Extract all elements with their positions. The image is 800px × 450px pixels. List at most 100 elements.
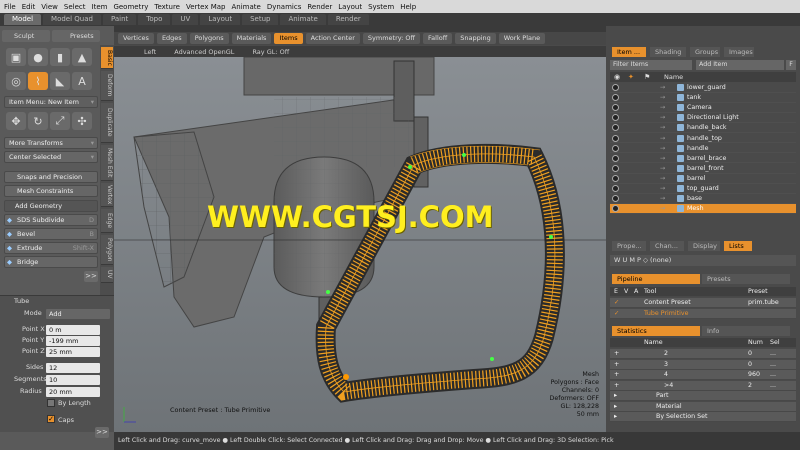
eye-icon[interactable] xyxy=(612,114,619,122)
tool-sds-subdivide-button[interactable]: ◆ SDS Subdivide D xyxy=(4,214,98,226)
viewport-header-1[interactable]: Advanced OpenGL xyxy=(174,48,234,56)
eye-icon[interactable] xyxy=(612,94,619,102)
point-field-1[interactable]: -199 mm xyxy=(46,336,100,346)
tube-tool-icon[interactable]: ⌇ xyxy=(28,72,48,90)
toolbar-materials-button[interactable]: Materials xyxy=(231,33,272,44)
stats-row[interactable]: +4 960... xyxy=(610,370,796,380)
viewport-header-0[interactable]: Left xyxy=(144,48,156,56)
menu-item-dynamics[interactable]: Dynamics xyxy=(267,3,302,11)
sphere-tool-icon[interactable]: ● xyxy=(28,48,48,66)
tab-render[interactable]: Render xyxy=(327,14,369,25)
stats-row[interactable]: ▸ By Selection Set xyxy=(610,412,796,422)
eye-icon[interactable] xyxy=(612,205,619,213)
tab-animate[interactable]: Animate xyxy=(280,14,326,25)
sculpt-button[interactable]: Sculpt xyxy=(2,30,50,42)
point-field-2[interactable]: 25 mm xyxy=(46,347,100,357)
tab-topo[interactable]: Topo xyxy=(138,14,171,25)
check-icon[interactable]: ✓ xyxy=(614,298,619,308)
pipeline-row[interactable]: ✓ Content Preset prim.tube xyxy=(610,298,796,308)
menu-item-select[interactable]: Select xyxy=(64,3,86,11)
by-length-checkbox[interactable] xyxy=(47,399,55,407)
eye-icon[interactable] xyxy=(612,144,619,152)
expand-icon[interactable]: + xyxy=(614,381,619,391)
eye-icon[interactable] xyxy=(612,134,619,142)
side-tab-duplicate[interactable]: Duplicate xyxy=(101,103,113,143)
tab-paint[interactable]: Paint xyxy=(102,14,137,25)
tool-bevel-button[interactable]: ◆ Bevel B xyxy=(4,228,98,240)
menu-item-geometry[interactable]: Geometry xyxy=(113,3,148,11)
side-tab-mesh-edit[interactable]: Mesh Edit xyxy=(101,145,113,181)
menu-item-edit[interactable]: Edit xyxy=(22,3,36,11)
radius-field[interactable]: 20 mm xyxy=(46,387,100,397)
expand-icon[interactable]: ▸ xyxy=(614,412,617,422)
tab-setup[interactable]: Setup xyxy=(242,14,279,25)
side-tab-basic[interactable]: Basic xyxy=(101,47,113,69)
cube-tool-icon[interactable]: ▣ xyxy=(6,48,26,66)
caps-checkbox[interactable]: ✓ xyxy=(47,415,55,423)
eye-icon[interactable] xyxy=(612,174,619,182)
toolbar-work-plane-button[interactable]: Work Plane xyxy=(498,33,546,44)
snaps-precision-button[interactable]: Snaps and Precision xyxy=(4,171,98,183)
segments-field[interactable]: 10 xyxy=(46,375,100,385)
stats-tab-1[interactable]: Info xyxy=(702,326,790,336)
mid-tab-3[interactable]: Lists xyxy=(724,241,752,251)
item-row-handle[interactable]: → handle xyxy=(610,144,796,154)
pipeline-tab-1[interactable]: Presets xyxy=(702,274,790,284)
more-transforms-dropdown[interactable]: More Transforms ▾ xyxy=(4,137,98,149)
menu-item-system[interactable]: System xyxy=(368,3,394,11)
more-tools-button[interactable]: >> xyxy=(84,271,98,282)
expand-icon[interactable]: + xyxy=(614,349,619,359)
toolbar-items-button[interactable]: Items xyxy=(274,33,303,44)
expand-icon[interactable]: + xyxy=(614,360,619,370)
menu-item-texture[interactable]: Texture xyxy=(154,3,180,11)
side-tab-vertex[interactable]: Vertex xyxy=(101,183,113,207)
side-tab-deform[interactable]: Deform xyxy=(101,71,113,101)
mode-dropdown[interactable]: Add xyxy=(46,309,110,319)
menu-item-help[interactable]: Help xyxy=(400,3,416,11)
menu-item-vertex-map[interactable]: Vertex Map xyxy=(186,3,226,11)
right-tab-0[interactable]: Item ... xyxy=(612,47,646,57)
eye-icon[interactable] xyxy=(612,84,619,91)
mid-tab-0[interactable]: Prope... xyxy=(612,241,646,251)
cylinder-tool-icon[interactable]: ▮ xyxy=(50,48,70,66)
tab-model-quad[interactable]: Model Quad xyxy=(43,14,101,25)
item-row-directional light[interactable]: → Directional Light xyxy=(610,113,796,124)
tab-uv[interactable]: UV xyxy=(172,14,199,25)
torus-tool-icon[interactable]: ◎ xyxy=(6,72,26,90)
eye-icon[interactable] xyxy=(612,124,619,132)
stats-row[interactable]: ▸ Part xyxy=(610,391,796,401)
item-row-handle_back[interactable]: → handle_back xyxy=(610,123,796,134)
presets-button[interactable]: Presets xyxy=(52,30,100,42)
side-tab-uv[interactable]: UV xyxy=(101,267,113,283)
item-row-tank[interactable]: → tank xyxy=(610,93,796,103)
item-row-barrel[interactable]: → barrel xyxy=(610,174,796,184)
stats-row[interactable]: +3 0... xyxy=(610,359,796,370)
tool-bridge-button[interactable]: ◆ Bridge xyxy=(4,256,98,268)
eye-icon[interactable] xyxy=(612,154,619,162)
mid-tab-2[interactable]: Display xyxy=(688,241,720,251)
toolbar-snapping-button[interactable]: Snapping xyxy=(455,33,496,44)
stats-row[interactable]: ▸ Material xyxy=(610,401,796,412)
expand-icon[interactable]: ▸ xyxy=(614,391,617,401)
stats-row[interactable]: + >4 2... xyxy=(610,380,796,391)
filter-items-input[interactable]: Filter Items xyxy=(610,60,692,70)
right-tab-2[interactable]: Groups xyxy=(690,47,720,57)
eye-icon[interactable] xyxy=(612,164,619,172)
toolbar-vertices-button[interactable]: Vertices xyxy=(118,33,154,44)
side-tab-polygon[interactable]: Polygon xyxy=(101,235,113,265)
rotate-tool-icon[interactable]: ↻ xyxy=(28,112,48,130)
menu-item-file[interactable]: File xyxy=(4,3,16,11)
item-menu-dropdown[interactable]: Item Menu: New Item ▾ xyxy=(4,96,98,108)
more-props-button[interactable]: >> xyxy=(95,427,109,438)
mid-tab-1[interactable]: Chan... xyxy=(650,241,684,251)
menu-item-item[interactable]: Item xyxy=(92,3,108,11)
toolbar-action-center-button[interactable]: Action Center xyxy=(305,33,360,44)
wedge-tool-icon[interactable]: ◣ xyxy=(50,72,70,90)
item-row-base[interactable]: → base xyxy=(610,194,796,204)
center-selected-dropdown[interactable]: Center Selected ▾ xyxy=(4,151,98,163)
item-row-top_guard[interactable]: → top_guard xyxy=(610,184,796,194)
item-row-camera[interactable]: → Camera xyxy=(610,103,796,113)
eye-icon[interactable] xyxy=(612,195,619,203)
stats-tab-0[interactable]: Statistics xyxy=(612,326,700,336)
item-row-handle_top[interactable]: → handle_top xyxy=(610,134,796,144)
